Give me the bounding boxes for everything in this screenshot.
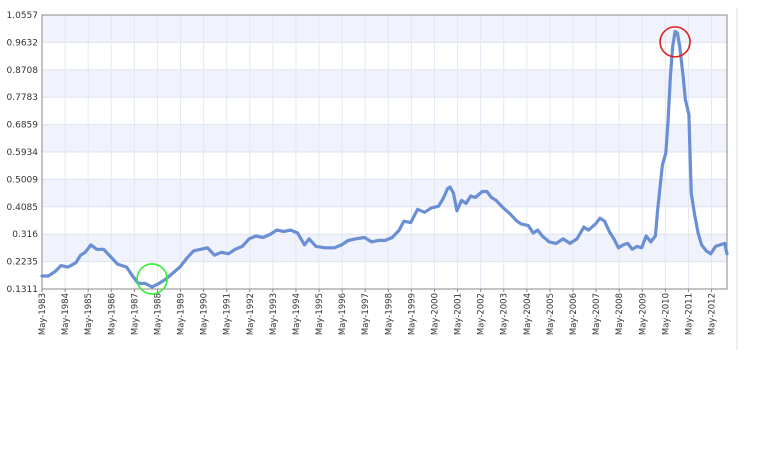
- x-tick-label: May-2008: [615, 293, 625, 335]
- x-tick-label: May-2002: [477, 293, 487, 335]
- x-tick-label: May-1998: [384, 293, 394, 335]
- plot-band: [42, 97, 727, 125]
- x-tick-label: May-2004: [523, 293, 533, 335]
- y-tick-label: 0.5009: [7, 175, 39, 185]
- y-axis-tick-labels: 1.0557 0.9632 0.8708 0.7783 0.6859 0.5934 0.50…: [7, 11, 39, 295]
- y-tick-label: 0.7783: [7, 93, 39, 103]
- x-tick-label: May-1993: [269, 293, 279, 335]
- x-tick-label: May-1989: [177, 293, 187, 335]
- x-tick-label: May-1984: [61, 293, 71, 335]
- x-tick-label: May-2007: [592, 293, 602, 335]
- x-tick-label: May-2011: [684, 293, 694, 335]
- y-tick-label: 0.316: [12, 230, 38, 240]
- x-tick-label: May-1992: [246, 293, 256, 335]
- plot-band: [42, 15, 727, 43]
- x-tick-label: May-1986: [107, 293, 117, 335]
- y-tick-label: 0.5934: [7, 148, 39, 158]
- x-tick-label: May-1991: [223, 293, 233, 335]
- x-tick-label: May-2003: [500, 293, 510, 335]
- x-tick-label: May-1994: [292, 293, 302, 335]
- y-tick-label: 0.1311: [7, 285, 39, 295]
- y-tick-label: 0.8708: [7, 66, 39, 76]
- x-axis-tick-labels: May-1983 May-1984 May-1985 May-1986 May-1987…: [38, 289, 718, 335]
- plot-band: [42, 42, 727, 70]
- y-tick-label: 0.2235: [7, 258, 39, 268]
- y-tick-label: 0.9632: [7, 38, 39, 48]
- chart-container: 1.0557 0.9632 0.8708 0.7783 0.6859 0.5934 0.50…: [0, 0, 770, 455]
- y-tick-label: 0.6859: [7, 121, 39, 131]
- x-tick-label: May-2006: [569, 293, 579, 335]
- plot-band: [42, 152, 727, 180]
- line-chart: 1.0557 0.9632 0.8708 0.7783 0.6859 0.5934 0.50…: [7, 8, 738, 350]
- y-tick-label: 0.4085: [7, 203, 39, 213]
- y-tick-label: 1.0557: [7, 11, 39, 21]
- plot-band: [42, 69, 727, 98]
- x-tick-label: May-1983: [38, 293, 48, 335]
- plot-band: [42, 234, 727, 262]
- x-tick-label: May-1999: [407, 293, 417, 335]
- plot-band: [42, 206, 727, 235]
- x-tick-label: May-2001: [454, 293, 464, 335]
- x-tick-label: May-1985: [84, 293, 94, 335]
- x-tick-label: May-1997: [361, 293, 371, 335]
- x-tick-label: May-1996: [338, 293, 348, 335]
- x-tick-label: May-2000: [430, 293, 440, 335]
- x-tick-label: May-2010: [661, 293, 671, 335]
- plot-band: [42, 179, 727, 207]
- x-tick-label: May-1987: [130, 293, 140, 335]
- plot-band: [42, 124, 727, 152]
- x-tick-label: May-1990: [200, 293, 210, 335]
- x-tick-label: May-1995: [315, 293, 325, 335]
- x-tick-label: May-2012: [708, 293, 718, 335]
- x-tick-label: May-2009: [638, 293, 648, 335]
- x-tick-label: May-2005: [546, 293, 556, 335]
- x-tick-label: May-1988: [153, 293, 163, 335]
